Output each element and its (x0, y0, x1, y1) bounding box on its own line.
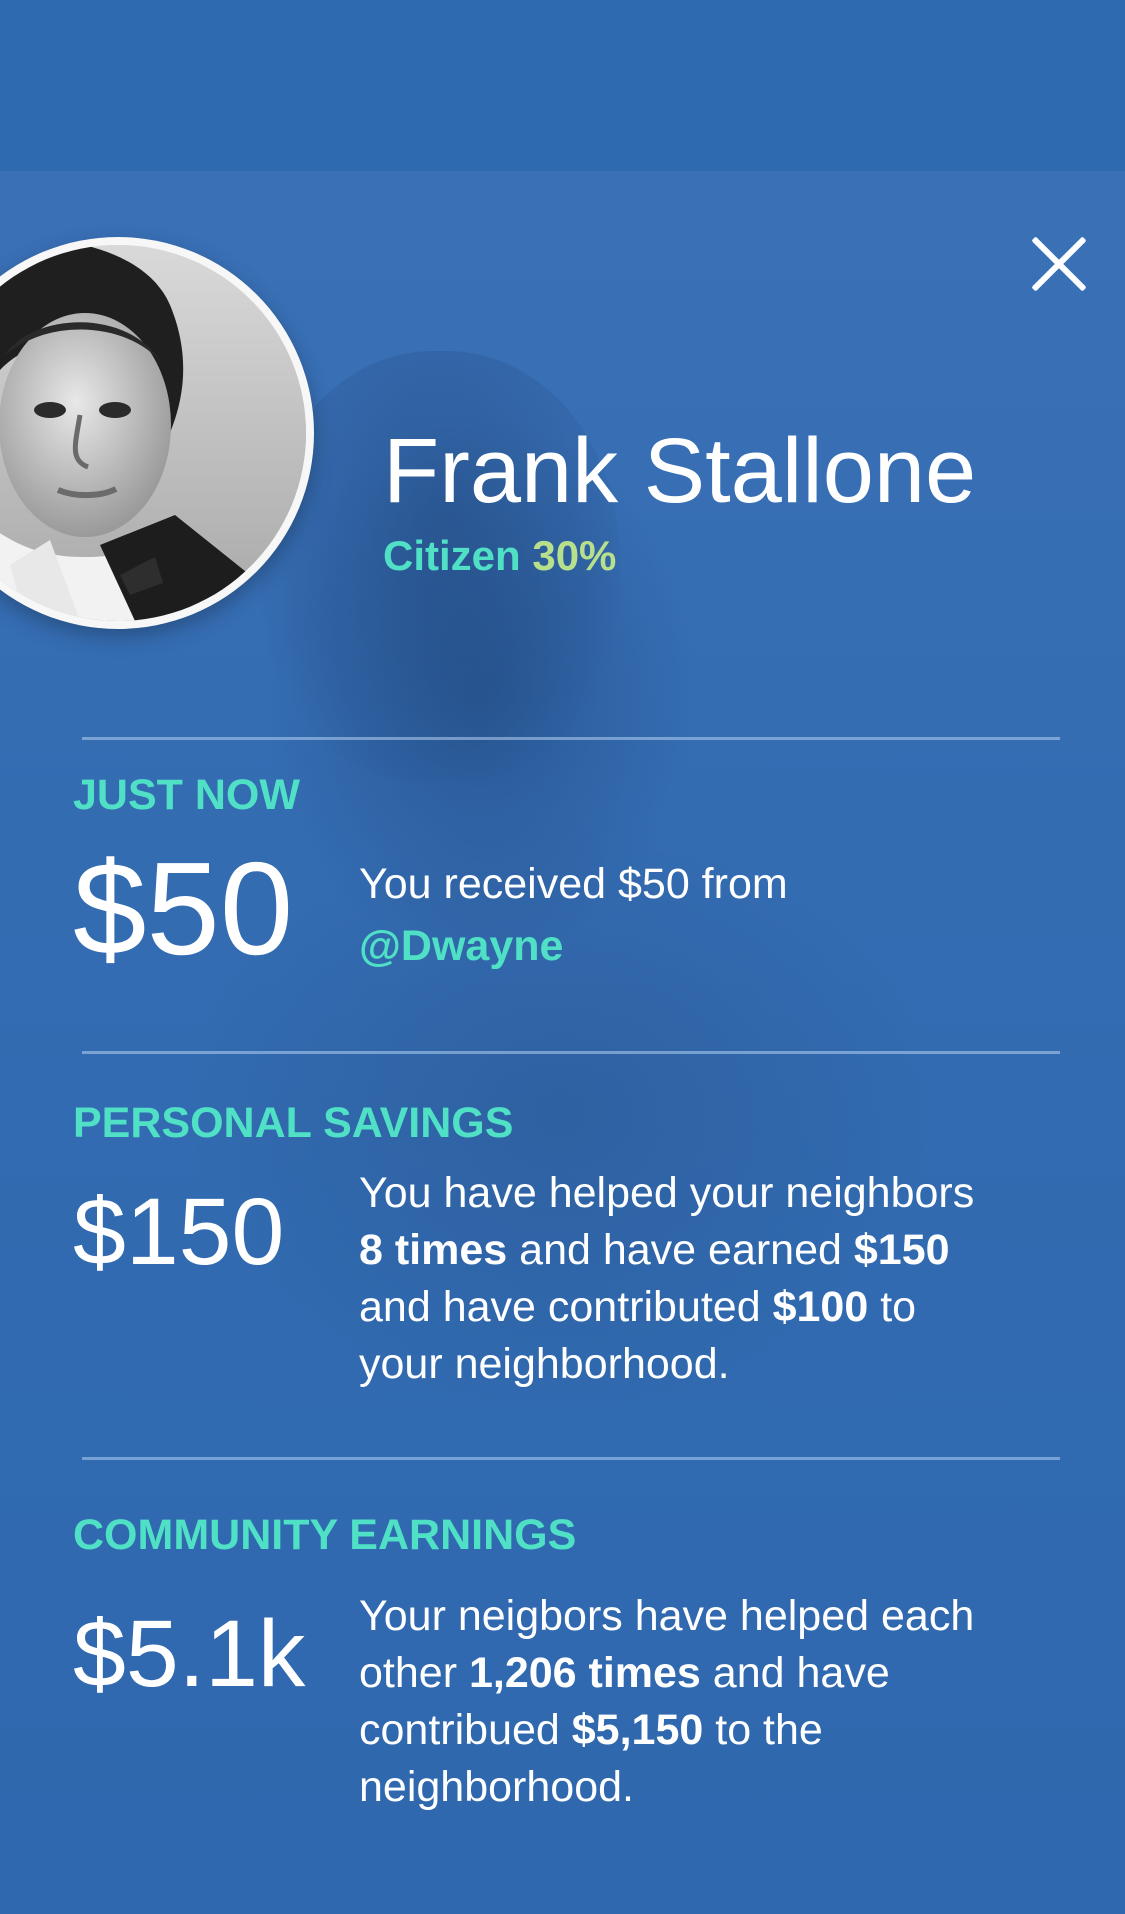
personal-savings-line-4: your neighborhood. (359, 1340, 730, 1388)
personal-savings-line-1: You have helped your neighbors (359, 1169, 975, 1217)
community-earnings-title: COMMUNITY EARNINGS (73, 1511, 577, 1559)
status-percent: 30% (532, 532, 617, 579)
contributed-text: and have contributed (359, 1283, 773, 1331)
contributed-amount: $100 (772, 1283, 869, 1331)
section-divider-1 (82, 737, 1060, 740)
top-bar (0, 0, 1125, 171)
close-button[interactable] (1020, 225, 1098, 303)
community-contributed-text: contribued (359, 1706, 572, 1754)
avatar (0, 237, 314, 629)
personal-savings-description: You have helped your neighbors 8 times a… (359, 1165, 1069, 1393)
personal-savings-amount: $150 (73, 1179, 285, 1285)
avatar-illustration (0, 245, 306, 621)
earned-text: and have earned (507, 1226, 854, 1274)
profile-name: Frank Stallone (383, 420, 977, 522)
community-contributed-suffix: to the (703, 1706, 823, 1754)
just-now-amount: $50 (73, 835, 294, 982)
just-now-description: You received $50 from @Dwayne (359, 853, 959, 977)
help-count: 8 times (359, 1226, 508, 1274)
other-suffix: and have (700, 1649, 890, 1697)
profile-screen: Frank Stallone Citizen 30% JUST NOW $50 … (0, 0, 1125, 1914)
other-prefix: other (359, 1649, 469, 1697)
community-earnings-amount: $5.1k (73, 1601, 306, 1707)
just-now-title: JUST NOW (73, 771, 300, 819)
sender-handle-link[interactable]: @Dwayne (359, 922, 563, 970)
close-icon (1027, 232, 1091, 296)
section-divider-3 (82, 1457, 1060, 1460)
community-earnings-line-4: neighborhood. (359, 1763, 634, 1811)
community-help-count: 1,206 times (468, 1649, 701, 1697)
citizen-status: Citizen 30% (383, 535, 616, 577)
community-earnings-line-1: Your neigbors have helped each (359, 1592, 975, 1640)
contributed-suffix: to (868, 1283, 917, 1331)
avatar-photo (0, 245, 306, 621)
earned-amount: $150 (853, 1226, 950, 1274)
just-now-message: You received $50 from (359, 860, 788, 908)
community-contributed-amount: $5,150 (571, 1706, 704, 1754)
personal-savings-title: PERSONAL SAVINGS (73, 1099, 514, 1147)
section-divider-2 (82, 1051, 1060, 1054)
community-earnings-description: Your neigbors have helped each other 1,2… (359, 1588, 1069, 1816)
status-label: Citizen (383, 532, 521, 579)
